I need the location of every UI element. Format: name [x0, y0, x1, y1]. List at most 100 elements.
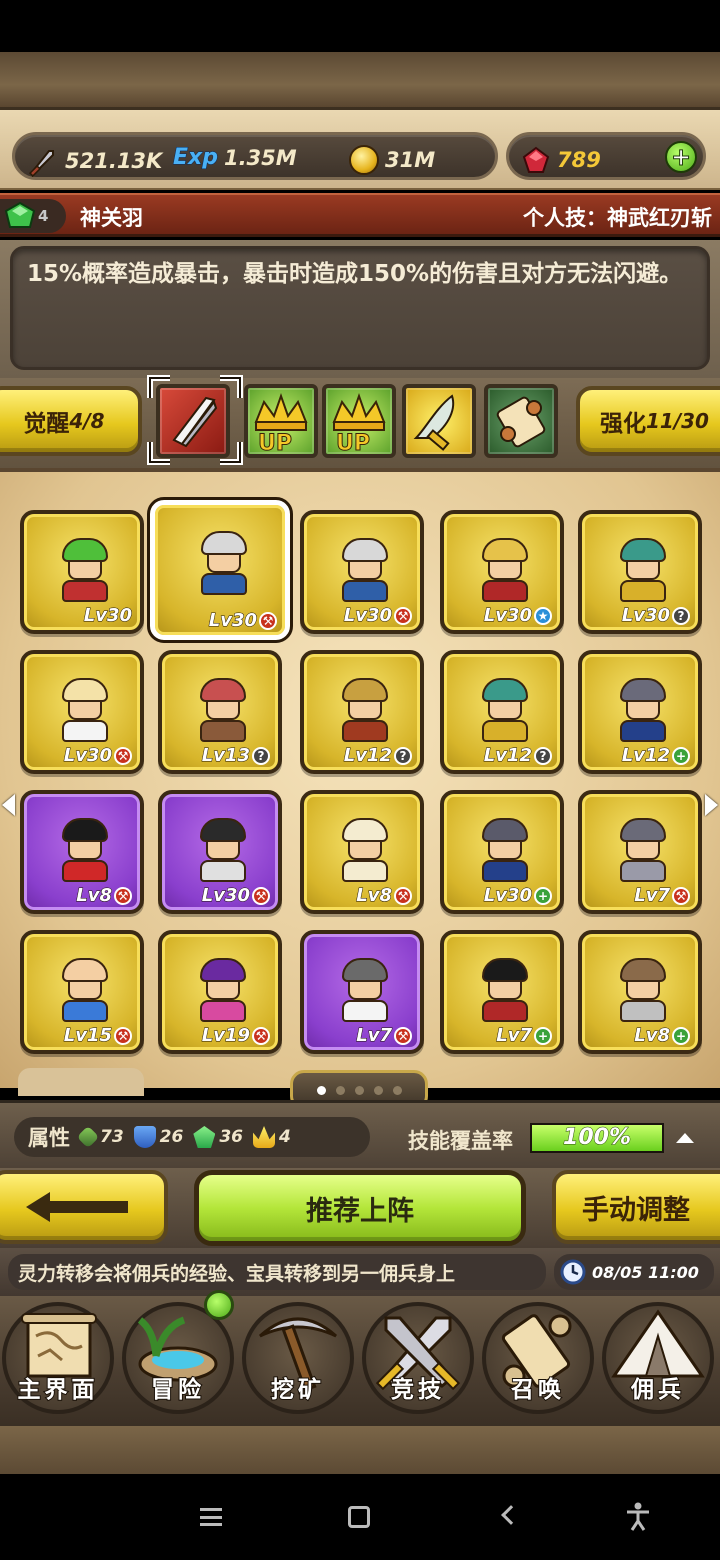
emerald-icon	[4, 201, 36, 228]
mercenary-card[interactable]: Lv8 ⚒	[20, 790, 144, 914]
mercenary-portrait	[474, 536, 536, 602]
skill-slot-4[interactable]	[402, 384, 476, 458]
bottom-decor-band	[0, 1426, 720, 1474]
mercenary-portrait	[612, 536, 674, 602]
nav-mining[interactable]: 挖矿	[242, 1302, 354, 1414]
fire-element-icon: ⚒	[252, 1026, 270, 1045]
mercenary-card[interactable]: Lv19 ⚒	[158, 930, 282, 1054]
recommend-deploy-button[interactable]: 推荐上阵	[194, 1170, 526, 1246]
mercenary-portrait	[334, 816, 396, 882]
back-button[interactable]	[0, 1170, 168, 1244]
skill-selection-frame	[147, 375, 243, 465]
mercenary-card[interactable]: Lv30 ⚒	[300, 510, 424, 634]
mercenary-card[interactable]: Lv30?	[578, 510, 702, 634]
mercenary-level: Lv7 +	[496, 1025, 552, 1047]
nav-summon[interactable]: 召唤	[482, 1302, 594, 1414]
mercenary-portrait	[193, 529, 255, 595]
mercenary-portrait	[334, 956, 396, 1022]
nav-adventure-label: 冒险	[150, 1376, 205, 1404]
clock-icon	[560, 1259, 586, 1285]
mercenary-portrait	[192, 816, 254, 882]
page-left-arrow[interactable]	[2, 794, 15, 816]
mercenary-level-text: Lv30	[483, 605, 532, 627]
awaken-button[interactable]: 觉醒 4/8	[0, 386, 142, 456]
mercenary-card[interactable]: Lv8 ⚒	[300, 790, 424, 914]
mercenary-portrait	[192, 676, 254, 742]
fire-element-icon: ⚒	[114, 746, 132, 765]
notification-dot	[204, 1290, 234, 1320]
coverage-bar: 100%	[530, 1123, 664, 1153]
fire-element-icon: ⚒	[394, 606, 412, 625]
manual-adjust-label: 手动调整	[582, 1194, 690, 1226]
mercenary-card[interactable]: Lv30 ⚒	[20, 650, 144, 774]
page-dot	[354, 1085, 364, 1095]
mercenary-card[interactable]: Lv12 +	[578, 650, 702, 774]
mercenary-card[interactable]: Lv7 ⚒	[300, 930, 424, 1054]
nav-mining-label: 挖矿	[270, 1376, 325, 1404]
mercenary-card[interactable]: Lv30	[20, 510, 144, 634]
mercenary-grid: Lv30 Lv30 ⚒ Lv30 ⚒ Lv30 ★ Lv30? Lv30 ⚒ Lv13? Lv12? L…	[0, 468, 720, 1096]
skill-slot-3[interactable]: UP	[322, 384, 396, 458]
nav-adventure[interactable]: 冒险	[122, 1290, 234, 1414]
mercenary-level-text: Lv30	[208, 610, 257, 632]
awaken-value: 4/8	[69, 409, 105, 433]
attack-value: 521.13K	[65, 149, 163, 173]
enhance-label: 强化	[600, 411, 646, 437]
mercenary-level-text: Lv30	[483, 885, 532, 907]
wind-element-icon: +	[534, 1026, 552, 1045]
fire-element-icon: ⚒	[672, 886, 690, 905]
mercenary-card[interactable]: Lv30 ⚒	[158, 790, 282, 914]
enhance-button[interactable]: 强化 11/30	[576, 386, 720, 456]
nav-main-label: 主界面	[17, 1376, 99, 1404]
nav-mercenary[interactable]: 佣兵	[602, 1302, 714, 1414]
nav-arena-label: 竞技	[390, 1376, 445, 1404]
page-dot	[335, 1085, 345, 1095]
mercenary-level-text: Lv15	[63, 1025, 112, 1047]
skill-slot-2[interactable]: UP	[244, 384, 318, 458]
mercenary-level-text: Lv7	[356, 1025, 393, 1047]
mercenary-card[interactable]: Lv30 +	[440, 790, 564, 914]
mercenary-level-text: Lv12	[343, 745, 392, 767]
stat-value: 73	[100, 1127, 124, 1147]
mercenary-card[interactable]: Lv13?	[158, 650, 282, 774]
mercenary-portrait	[474, 676, 536, 742]
add-gems-button[interactable]: +	[665, 141, 697, 173]
home-icon[interactable]	[348, 1506, 370, 1528]
bottom-nav: 主界面 冒险 挖矿 竞技 召唤 佣兵	[0, 1290, 720, 1426]
mercenary-card[interactable]: Lv12?	[440, 650, 564, 774]
mercenary-level: Lv30 ★	[483, 605, 552, 627]
scroll-icon	[496, 396, 546, 448]
coverage-label: 技能覆盖率	[408, 1129, 513, 1153]
mercenary-card[interactable]: Lv7 ⚒	[578, 790, 702, 914]
wind-element-icon: +	[534, 886, 552, 905]
hero-name: 神关羽	[80, 206, 143, 230]
mercenary-card[interactable]: Lv30 ★	[440, 510, 564, 634]
mercenary-level-text: Lv7	[496, 1025, 533, 1047]
mercenary-portrait	[54, 676, 116, 742]
mercenary-card[interactable]: Lv8 +	[578, 930, 702, 1054]
mercenary-portrait	[612, 816, 674, 882]
coverage-value: 100%	[563, 1125, 632, 1151]
mercenary-card[interactable]: Lv7 +	[440, 930, 564, 1054]
page-right-arrow[interactable]	[705, 794, 718, 816]
coverage-expand-icon[interactable]	[676, 1133, 694, 1143]
back-icon[interactable]	[501, 1505, 521, 1525]
fire-element-icon: ⚒	[394, 886, 412, 905]
exp-icon: Exp	[173, 145, 219, 171]
mercenary-card[interactable]: Lv12?	[300, 650, 424, 774]
mercenary-level: Lv12 +	[621, 745, 690, 767]
nav-arena[interactable]: 竞技	[362, 1302, 474, 1414]
manual-adjust-button[interactable]: 手动调整	[552, 1170, 720, 1244]
mercenary-level-text: Lv30	[343, 605, 392, 627]
mercenary-card[interactable]: Lv30 ⚒	[147, 497, 293, 643]
skill-slot-5[interactable]	[484, 384, 558, 458]
nav-main[interactable]: 主界面	[2, 1302, 114, 1414]
fire-element-icon: ⚒	[252, 886, 270, 905]
curved-blade-icon	[413, 394, 455, 451]
mercenary-card[interactable]: Lv15 ⚒	[20, 930, 144, 1054]
mercenary-level: Lv7 ⚒	[634, 885, 690, 907]
mercenary-level-text: Lv30	[621, 605, 670, 627]
emerald-icon	[193, 1126, 216, 1148]
menu-icon[interactable]	[200, 1508, 222, 1526]
accessibility-icon[interactable]	[624, 1502, 652, 1532]
